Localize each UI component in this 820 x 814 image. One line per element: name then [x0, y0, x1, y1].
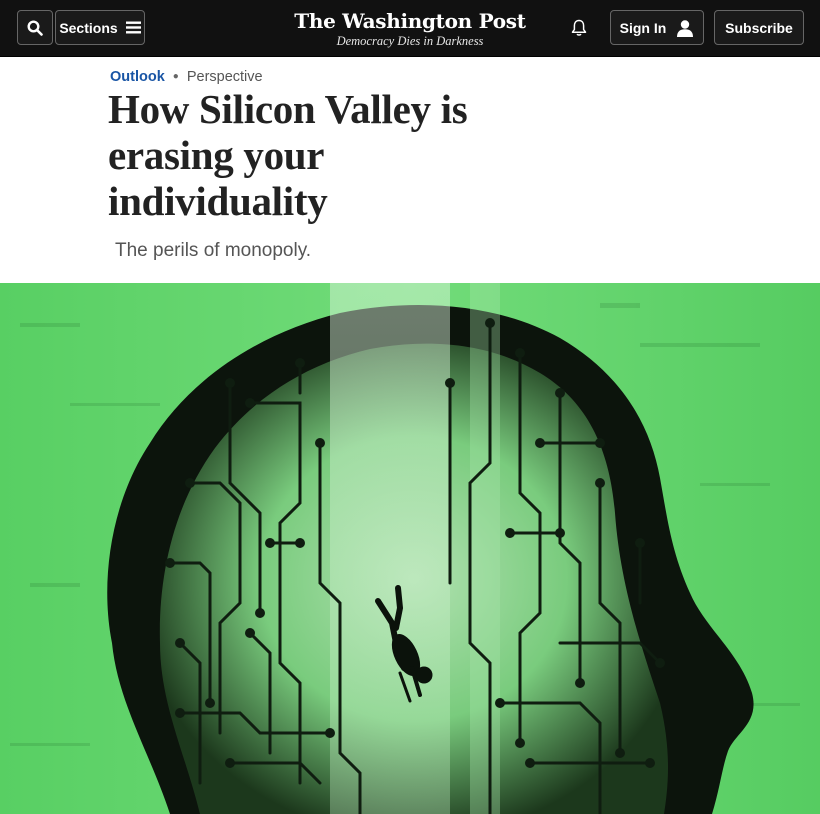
light-beam-2	[470, 283, 500, 814]
sections-button[interactable]: Sections	[55, 10, 145, 45]
perspective-label: Perspective	[186, 69, 263, 85]
hamburger-icon	[125, 21, 141, 34]
search-button[interactable]	[17, 10, 53, 45]
article-headline: How Silicon Valley is erasing your indiv…	[108, 86, 468, 224]
article-kicker: Outlook ● Perspective	[110, 68, 263, 86]
article-dek: The perils of monopoly.	[115, 240, 312, 261]
bell-icon	[571, 19, 587, 36]
sign-in-label: Sign In	[619, 19, 667, 36]
masthead-tagline: Democracy Dies in Darkness	[336, 34, 484, 48]
light-beam	[330, 283, 450, 814]
masthead-logo: The Washington Post	[294, 9, 526, 33]
circuit-head-artwork	[0, 283, 820, 814]
notifications-button[interactable]	[568, 17, 590, 39]
sections-label: Sections	[59, 19, 118, 36]
kicker-separator: ●	[172, 71, 179, 82]
sign-in-button[interactable]: Sign In	[610, 10, 704, 45]
section-link[interactable]: Outlook	[110, 68, 165, 86]
top-nav-bar: Sections The Washington Post Democracy D…	[0, 0, 820, 57]
subscribe-button[interactable]: Subscribe	[714, 10, 804, 45]
masthead[interactable]: The Washington Post Democracy Dies in Da…	[290, 8, 530, 48]
hero-illustration	[0, 283, 820, 814]
user-icon	[677, 19, 694, 37]
search-icon	[27, 19, 43, 36]
